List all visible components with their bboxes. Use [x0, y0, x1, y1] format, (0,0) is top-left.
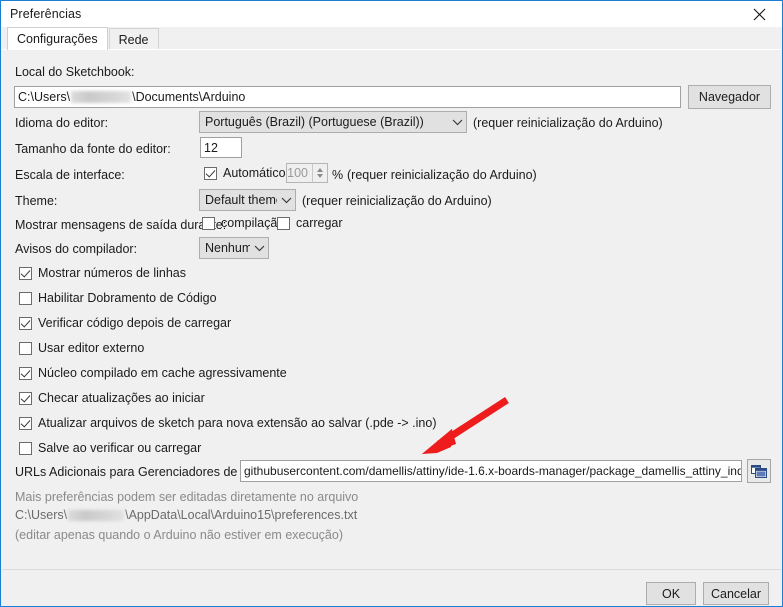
edit-when-closed-note: (editar apenas quando o Arduino não esti…: [15, 528, 343, 542]
checkbox-enable-code-folding[interactable]: Habilitar Dobramento de Código: [19, 291, 217, 305]
editor-language-value: Português (Brazil) (Portuguese (Brazil)): [205, 115, 424, 129]
checkbox-label: Núcleo compilado em cache agressivamente: [38, 366, 287, 380]
verbose-output-label: Mostrar mensagens de saída durante:: [15, 218, 227, 232]
sketchbook-path-suffix: \Documents\Arduino: [132, 90, 246, 104]
tab-rede-label: Rede: [118, 32, 149, 47]
settings-panel: Local do Sketchbook: C:\Users\ \Document…: [2, 49, 781, 569]
additional-urls-value: githubusercontent.com/damellis/attiny/id…: [244, 464, 742, 478]
preferences-path-suffix: \AppData\Local\Arduino15\preferences.txt: [125, 508, 358, 522]
interface-scale-auto-label: Automático: [223, 166, 286, 180]
editor-language-select[interactable]: Português (Brazil) (Portuguese (Brazil)): [199, 111, 467, 133]
theme-value: Default theme: [205, 193, 277, 207]
checkbox-box: [19, 291, 32, 305]
checkbox-box: [19, 391, 32, 405]
sketchbook-location-input[interactable]: C:\Users\ \Documents\Arduino: [14, 86, 681, 108]
checkbox-check-updates-on-startup[interactable]: Checar atualizações ao iniciar: [19, 391, 205, 405]
browse-button-label: Navegador: [698, 90, 761, 104]
checkbox-box: [19, 266, 32, 280]
chevron-down-icon: [448, 119, 466, 126]
compiler-warnings-select[interactable]: Nenhum: [199, 237, 269, 259]
checkbox-label: Verificar código depois de carregar: [38, 316, 232, 330]
checkbox-label: Usar editor externo: [38, 341, 145, 355]
stepper-arrows-icon[interactable]: [312, 164, 327, 182]
interface-scale-percent: %: [332, 168, 344, 182]
verbose-compilation-label: compilação: [221, 216, 285, 230]
checkbox-label: Atualizar arquivos de sketch para nova e…: [38, 416, 437, 430]
checkbox-update-sketch-extension[interactable]: Atualizar arquivos de sketch para nova e…: [19, 416, 437, 430]
cancel-button[interactable]: Cancelar: [703, 582, 769, 605]
checkbox-save-when-verifying[interactable]: Salve ao verificar ou carregar: [19, 441, 201, 455]
redacted-username: [68, 509, 125, 521]
theme-note: (requer reinicialização do Arduino): [302, 194, 492, 208]
checkbox-label: Habilitar Dobramento de Código: [38, 291, 217, 305]
verbose-compilation-checkbox[interactable]: compilação: [202, 216, 284, 230]
cancel-button-label: Cancelar: [710, 586, 762, 601]
interface-scale-stepper[interactable]: 100: [286, 163, 328, 183]
browse-button[interactable]: Navegador: [688, 85, 771, 109]
close-icon[interactable]: [737, 1, 782, 27]
editor-font-size-value: 12: [204, 140, 218, 155]
preferences-path-prefix: C:\Users\: [15, 508, 68, 522]
checkbox-box: [19, 341, 32, 355]
editor-language-note: (requer reinicialização do Arduino): [473, 116, 663, 130]
theme-select[interactable]: Default theme: [199, 189, 296, 211]
additional-urls-input[interactable]: githubusercontent.com/damellis/attiny/id…: [240, 460, 742, 482]
windows-copy-icon[interactable]: [747, 459, 771, 483]
chevron-down-icon: [277, 197, 295, 204]
editor-font-size-input[interactable]: 12: [200, 137, 242, 158]
tab-configuracoes-label: Configurações: [17, 32, 98, 46]
tab-configuracoes[interactable]: Configurações: [7, 27, 108, 50]
ok-button[interactable]: OK: [646, 582, 696, 605]
interface-scale-value: 100: [287, 166, 308, 180]
checkbox-label: Mostrar números de linhas: [38, 266, 186, 280]
preferences-dialog: Preferências Configurações Rede Local do…: [0, 0, 783, 607]
checkbox-box: [19, 416, 32, 430]
ok-button-label: OK: [661, 586, 681, 601]
checkbox-box: [19, 441, 32, 455]
theme-label: Theme:: [15, 194, 58, 208]
checkbox-label: Salve ao verificar ou carregar: [38, 441, 202, 455]
sketchbook-path-prefix: C:\Users\: [18, 90, 71, 104]
checkbox-label: Checar atualizações ao iniciar: [38, 391, 205, 405]
chevron-down-icon: [250, 245, 268, 252]
checkbox-box: [204, 166, 217, 180]
interface-scale-note: (requer reinicialização do Arduino): [347, 168, 537, 182]
interface-scale-label: Escala de interface:: [15, 168, 125, 182]
verbose-upload-checkbox[interactable]: carregar: [277, 216, 343, 230]
checkbox-box: [19, 316, 32, 330]
editor-font-size-label: Tamanho da fonte do editor:: [15, 142, 171, 156]
checkbox-verify-after-upload[interactable]: Verificar código depois de carregar: [19, 316, 231, 330]
verbose-upload-label: carregar: [296, 216, 343, 230]
checkbox-box: [202, 216, 215, 230]
compiler-warnings-label: Avisos do compilador:: [15, 242, 138, 256]
tab-strip: Configurações Rede: [2, 27, 781, 50]
checkbox-box: [19, 366, 32, 380]
checkbox-aggressively-cache-core[interactable]: Núcleo compilado em cache agressivamente: [19, 366, 287, 380]
checkbox-use-external-editor[interactable]: Usar editor externo: [19, 341, 144, 355]
checkbox-show-line-numbers[interactable]: Mostrar números de linhas: [19, 266, 186, 280]
title-bar: Preferências: [1, 1, 782, 27]
sketchbook-location-label: Local do Sketchbook:: [15, 65, 135, 79]
tab-rede[interactable]: Rede: [108, 28, 159, 50]
dialog-footer: OK Cancelar: [2, 570, 781, 606]
editor-language-label: Idioma do editor:: [15, 116, 109, 130]
interface-scale-auto-checkbox[interactable]: Automático: [204, 166, 286, 180]
redacted-username: [71, 91, 132, 103]
preferences-file-path: C:\Users\ \AppData\Local\Arduino15\prefe…: [15, 508, 357, 522]
preferences-file-note: Mais preferências podem ser editadas dir…: [15, 490, 359, 504]
checkbox-box: [277, 216, 290, 230]
compiler-warnings-value: Nenhum: [205, 241, 250, 255]
window-title: Preferências: [10, 7, 82, 21]
